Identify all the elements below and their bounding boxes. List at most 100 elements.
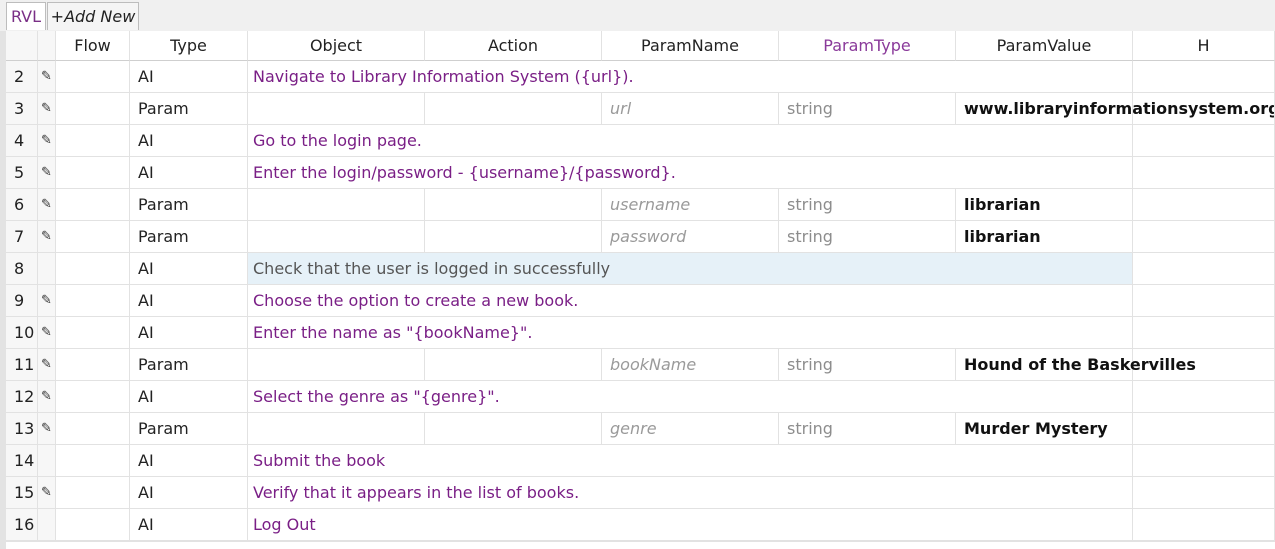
table-row[interactable]: 15 ✎ AI Verify that it appears in the list …	[6, 477, 1275, 509]
pencil-icon[interactable]: ✎	[38, 221, 56, 253]
flow-cell[interactable]	[56, 285, 130, 317]
column-header-object[interactable]: Object	[248, 31, 425, 61]
param-value-cell[interactable]: Murder Mystery	[956, 413, 1133, 445]
type-cell[interactable]: AI	[130, 285, 248, 317]
pencil-icon[interactable]: ✎	[38, 61, 56, 93]
param-value-cell[interactable]: librarian	[956, 189, 1133, 221]
ai-step-text[interactable]: Choose the option to create a new book.	[248, 285, 1133, 317]
h-cell[interactable]	[1133, 317, 1275, 349]
type-cell[interactable]: Param	[130, 189, 248, 221]
action-cell[interactable]	[425, 349, 602, 381]
pencil-icon[interactable]	[38, 509, 56, 541]
h-cell[interactable]	[1133, 381, 1275, 413]
table-row[interactable]: 8 AI Check that the user is logged in succ…	[6, 253, 1275, 285]
h-cell[interactable]	[1133, 61, 1275, 93]
table-row[interactable]: 4 ✎ AI Go to the login page.	[6, 125, 1275, 157]
param-name-cell[interactable]: url	[602, 93, 779, 125]
column-header-h[interactable]: H	[1133, 31, 1275, 61]
h-cell[interactable]	[1133, 349, 1275, 381]
h-cell[interactable]	[1133, 157, 1275, 189]
param-name-cell[interactable]: bookName	[602, 349, 779, 381]
param-value-cell[interactable]: Hound of the Baskervilles	[956, 349, 1196, 381]
flow-cell[interactable]	[56, 125, 130, 157]
flow-cell[interactable]	[56, 509, 130, 541]
h-cell[interactable]	[1133, 253, 1275, 285]
type-cell[interactable]: AI	[130, 381, 248, 413]
param-type-cell[interactable]: string	[779, 413, 956, 445]
h-cell[interactable]	[1133, 93, 1275, 125]
type-cell[interactable]: Param	[130, 221, 248, 253]
type-cell[interactable]: AI	[130, 253, 248, 285]
flow-cell[interactable]	[56, 61, 130, 93]
ai-step-text[interactable]: Navigate to Library Information System (…	[248, 61, 1133, 93]
type-cell[interactable]: AI	[130, 477, 248, 509]
add-new-tab-button[interactable]: +Add New	[47, 2, 139, 30]
h-cell[interactable]	[1133, 189, 1275, 221]
h-cell[interactable]	[1133, 413, 1275, 445]
table-row[interactable]: 10 ✎ AI Enter the name as "{bookName}".	[6, 317, 1275, 349]
flow-cell[interactable]	[56, 381, 130, 413]
param-type-cell[interactable]: string	[779, 93, 956, 125]
ai-step-text[interactable]: Enter the name as "{bookName}".	[248, 317, 1133, 349]
column-header-paramname[interactable]: ParamName	[602, 31, 779, 61]
type-cell[interactable]: AI	[130, 157, 248, 189]
table-row[interactable]: 11 ✎ Param bookName string Hound of the Baske…	[6, 349, 1275, 381]
flow-cell[interactable]	[56, 189, 130, 221]
ai-step-text[interactable]: Check that the user is logged in success…	[248, 253, 1133, 285]
table-row[interactable]: 5 ✎ AI Enter the login/password - {username…	[6, 157, 1275, 189]
ai-step-text[interactable]: Log Out	[248, 509, 1133, 541]
type-cell[interactable]: AI	[130, 125, 248, 157]
action-cell[interactable]	[425, 93, 602, 125]
flow-cell[interactable]	[56, 253, 130, 285]
type-cell[interactable]: AI	[130, 317, 248, 349]
param-value-cell[interactable]: www.libraryinformationsystem.org	[956, 93, 1275, 125]
h-cell[interactable]	[1133, 477, 1275, 509]
flow-cell[interactable]	[56, 317, 130, 349]
column-header-flow[interactable]: Flow	[56, 31, 130, 61]
object-cell[interactable]	[248, 189, 425, 221]
table-row[interactable]: 13 ✎ Param genre string Murder Mystery	[6, 413, 1275, 445]
ai-step-text[interactable]: Go to the login page.	[248, 125, 1133, 157]
object-cell[interactable]	[248, 413, 425, 445]
h-cell[interactable]	[1133, 445, 1275, 477]
param-name-cell[interactable]: password	[602, 221, 779, 253]
flow-cell[interactable]	[56, 477, 130, 509]
type-cell[interactable]: Param	[130, 349, 248, 381]
type-cell[interactable]: AI	[130, 445, 248, 477]
action-cell[interactable]	[425, 413, 602, 445]
h-cell[interactable]	[1133, 221, 1275, 253]
pencil-icon[interactable]: ✎	[38, 413, 56, 445]
h-cell[interactable]	[1133, 125, 1275, 157]
param-type-cell[interactable]: string	[779, 189, 956, 221]
type-cell[interactable]: Param	[130, 413, 248, 445]
ai-step-text[interactable]: Select the genre as "{genre}".	[248, 381, 1133, 413]
flow-cell[interactable]	[56, 157, 130, 189]
type-cell[interactable]: AI	[130, 509, 248, 541]
pencil-icon[interactable]	[38, 253, 56, 285]
ai-step-text[interactable]: Verify that it appears in the list of bo…	[248, 477, 1133, 509]
action-cell[interactable]	[425, 189, 602, 221]
pencil-icon[interactable]: ✎	[38, 93, 56, 125]
pencil-icon[interactable]	[38, 445, 56, 477]
table-row[interactable]: 7 ✎ Param password string librarian	[6, 221, 1275, 253]
object-cell[interactable]	[248, 93, 425, 125]
type-cell[interactable]: Param	[130, 93, 248, 125]
table-row[interactable]: 9 ✎ AI Choose the option to create a new bo…	[6, 285, 1275, 317]
object-cell[interactable]	[248, 221, 425, 253]
table-row[interactable]: 6 ✎ Param username string librarian	[6, 189, 1275, 221]
pencil-icon[interactable]: ✎	[38, 157, 56, 189]
param-name-cell[interactable]: genre	[602, 413, 779, 445]
flow-cell[interactable]	[56, 221, 130, 253]
column-header-paramvalue[interactable]: ParamValue	[956, 31, 1133, 61]
param-type-cell[interactable]: string	[779, 349, 956, 381]
pencil-icon[interactable]: ✎	[38, 317, 56, 349]
object-cell[interactable]	[248, 349, 425, 381]
ai-step-text[interactable]: Submit the book	[248, 445, 1133, 477]
flow-cell[interactable]	[56, 445, 130, 477]
pencil-icon[interactable]: ✎	[38, 349, 56, 381]
pencil-icon[interactable]: ✎	[38, 285, 56, 317]
param-name-cell[interactable]: username	[602, 189, 779, 221]
table-row[interactable]: 3 ✎ Param url string www.libraryinformationsy…	[6, 93, 1275, 125]
column-header-paramtype[interactable]: ParamType	[779, 31, 956, 61]
param-value-cell[interactable]: librarian	[956, 221, 1133, 253]
